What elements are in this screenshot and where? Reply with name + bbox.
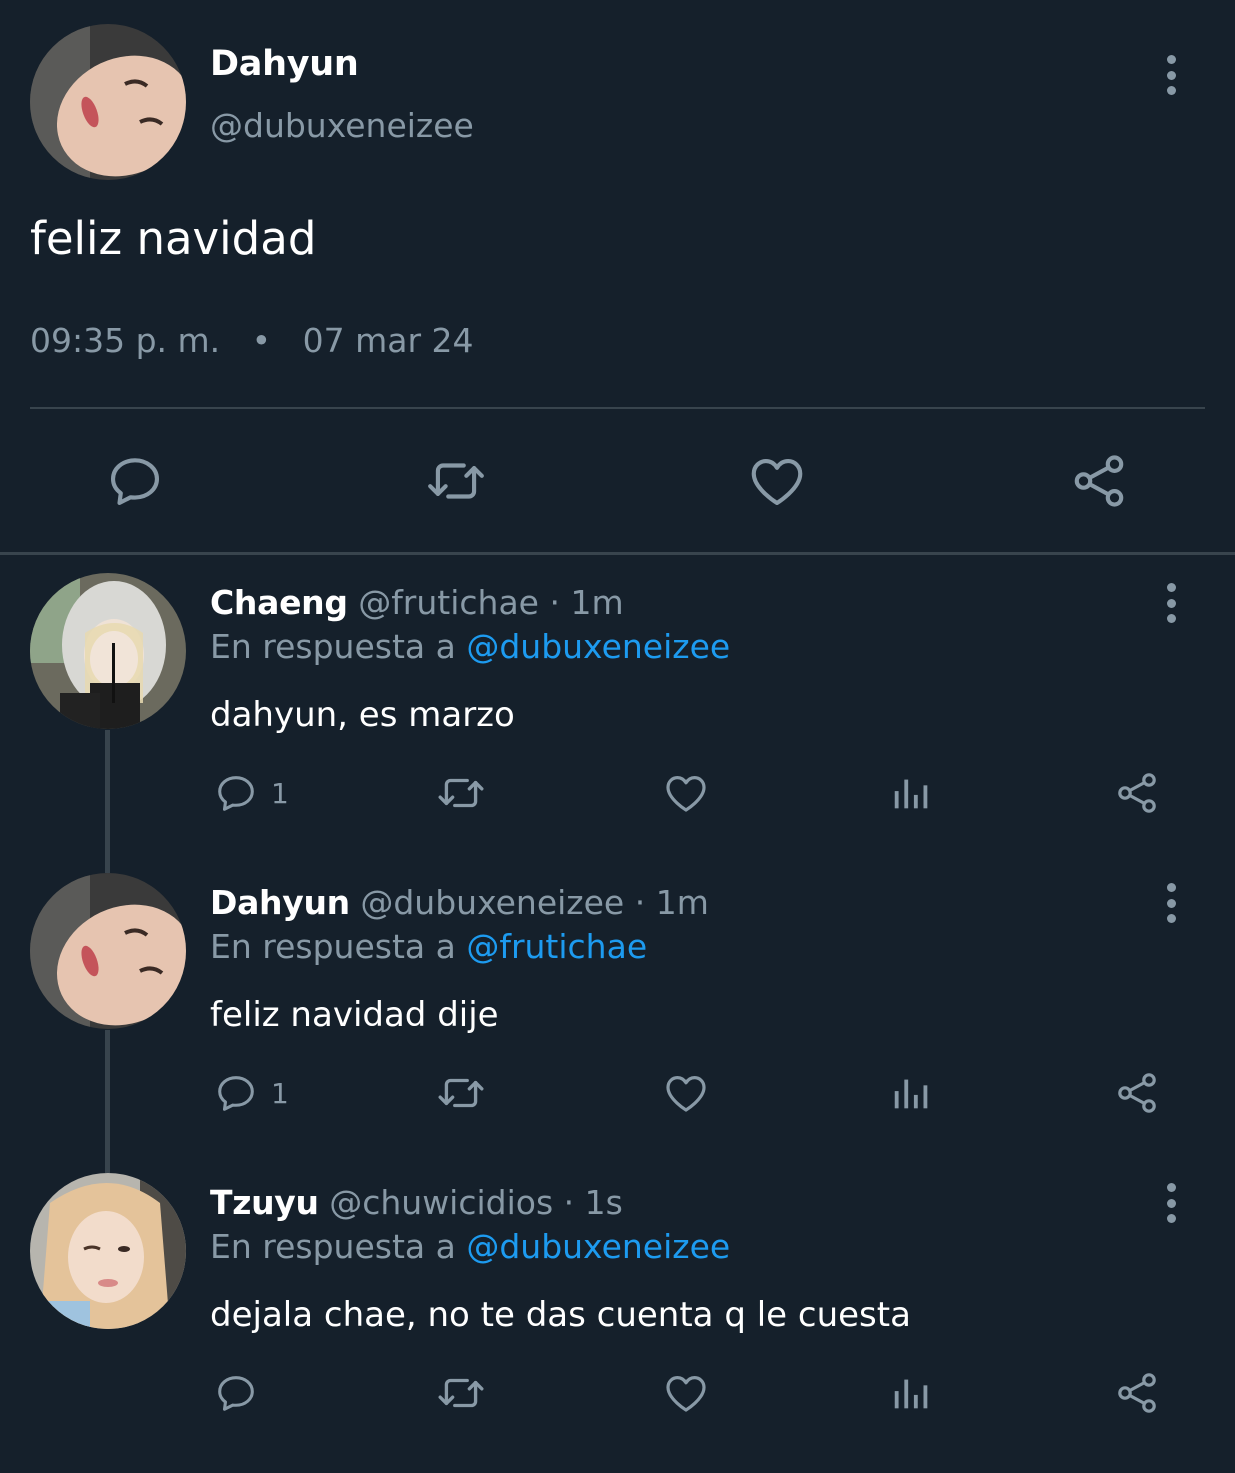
reply-tweet[interactable]: Dahyun @dubuxeneizee · 1m En respuesta a… bbox=[0, 873, 1235, 1173]
reply-age: · 1s bbox=[563, 1183, 623, 1222]
avatar[interactable] bbox=[30, 573, 186, 729]
reply-tweet[interactable]: Tzuyu @chuwicidios · 1s En respuesta a @… bbox=[0, 1173, 1235, 1473]
share-icon[interactable] bbox=[1113, 1369, 1161, 1417]
more-options-icon[interactable] bbox=[1164, 883, 1178, 923]
reply-icon bbox=[218, 776, 254, 811]
analytics-icon[interactable] bbox=[889, 1069, 935, 1117]
author-name[interactable]: Dahyun bbox=[210, 883, 350, 922]
share-icon[interactable] bbox=[1068, 450, 1130, 512]
tweet-actions: 1 bbox=[0, 1069, 1235, 1129]
tweet-text: feliz navidad bbox=[30, 212, 317, 265]
author-handle[interactable]: @dubuxeneizee bbox=[210, 106, 474, 145]
tweet-time: 09:35 p. m. bbox=[30, 321, 221, 360]
replying-to: En respuesta a @dubuxeneizee bbox=[210, 1227, 730, 1266]
author-handle[interactable]: @frutichae bbox=[358, 583, 539, 622]
tweet-text: feliz navidad dije bbox=[210, 995, 499, 1035]
like-icon[interactable] bbox=[662, 1369, 710, 1417]
share-icon[interactable] bbox=[1113, 1069, 1161, 1117]
replying-to-handle[interactable]: @frutichae bbox=[466, 927, 647, 966]
reply-icon bbox=[218, 1076, 254, 1111]
divider bbox=[30, 407, 1205, 409]
tweet-text: dejala chae, no te das cuenta q le cuest… bbox=[210, 1295, 911, 1335]
analytics-icon[interactable] bbox=[889, 1369, 935, 1417]
tweet-actions: 1 bbox=[0, 769, 1235, 829]
reply-count: 1 bbox=[271, 1076, 289, 1110]
tweet-text: dahyun, es marzo bbox=[210, 695, 515, 735]
replying-to-handle[interactable]: @dubuxeneizee bbox=[466, 627, 730, 666]
replying-to-handle[interactable]: @dubuxeneizee bbox=[466, 1227, 730, 1266]
reply-age: · 1m bbox=[634, 883, 709, 922]
more-options-icon[interactable] bbox=[1164, 55, 1178, 95]
reply-header: Chaeng @frutichae · 1m bbox=[210, 583, 624, 622]
share-icon[interactable] bbox=[1113, 769, 1161, 817]
reply-button[interactable]: 1 bbox=[213, 769, 289, 817]
reply-tweet[interactable]: Chaeng @frutichae · 1m En respuesta a @d… bbox=[0, 573, 1235, 873]
author-handle[interactable]: @chuwicidios bbox=[329, 1183, 553, 1222]
avatar[interactable] bbox=[30, 1173, 186, 1329]
retweet-icon[interactable] bbox=[436, 1069, 486, 1117]
retweet-icon[interactable] bbox=[436, 1369, 486, 1417]
avatar[interactable] bbox=[30, 873, 186, 1029]
replying-to: En respuesta a @frutichae bbox=[210, 927, 647, 966]
reply-icon[interactable] bbox=[104, 450, 166, 512]
author-name[interactable]: Dahyun bbox=[210, 44, 359, 84]
author-handle[interactable]: @dubuxeneizee bbox=[360, 883, 624, 922]
reply-button[interactable] bbox=[213, 1369, 271, 1417]
retweet-icon[interactable] bbox=[425, 450, 487, 512]
reply-icon bbox=[218, 1376, 254, 1411]
reply-header: Tzuyu @chuwicidios · 1s bbox=[210, 1183, 623, 1222]
reply-age: · 1m bbox=[549, 583, 624, 622]
tweet-date: 07 mar 24 bbox=[302, 321, 474, 360]
like-icon[interactable] bbox=[662, 1069, 710, 1117]
more-options-icon[interactable] bbox=[1164, 583, 1178, 623]
tweet-timestamp: 09:35 p. m. • 07 mar 24 bbox=[30, 321, 474, 360]
like-icon[interactable] bbox=[746, 450, 808, 512]
like-icon[interactable] bbox=[662, 769, 710, 817]
meta-separator: • bbox=[251, 321, 272, 360]
reply-button[interactable]: 1 bbox=[213, 1069, 289, 1117]
avatar[interactable] bbox=[30, 24, 186, 180]
more-options-icon[interactable] bbox=[1164, 1183, 1178, 1223]
retweet-icon[interactable] bbox=[436, 769, 486, 817]
replying-to: En respuesta a @dubuxeneizee bbox=[210, 627, 730, 666]
replying-prefix: En respuesta a bbox=[210, 627, 456, 666]
analytics-icon[interactable] bbox=[889, 769, 935, 817]
author-name[interactable]: Chaeng bbox=[210, 583, 348, 622]
replying-prefix: En respuesta a bbox=[210, 927, 456, 966]
reply-count: 1 bbox=[271, 776, 289, 810]
tweet-actions bbox=[0, 1369, 1235, 1429]
author-name[interactable]: Tzuyu bbox=[210, 1183, 319, 1222]
reply-header: Dahyun @dubuxeneizee · 1m bbox=[210, 883, 709, 922]
divider bbox=[0, 552, 1235, 555]
replying-prefix: En respuesta a bbox=[210, 1227, 456, 1266]
